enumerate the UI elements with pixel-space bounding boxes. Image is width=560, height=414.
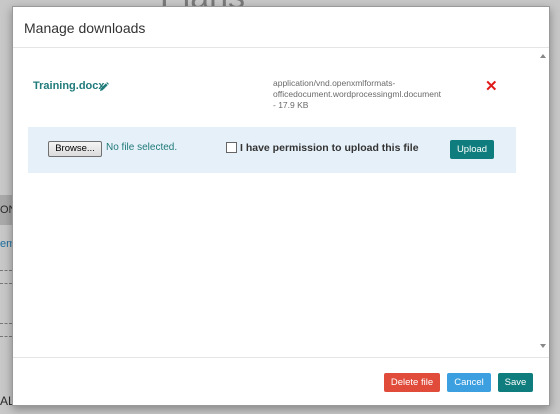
background-divider [0,336,12,337]
dialog-body: Training.docx application/vnd.openxmlfor… [13,48,549,357]
dialog-scrollbar[interactable] [539,52,547,350]
background-divider [0,270,12,271]
permission-checkbox[interactable] [226,142,237,153]
file-size: - 17.9 KB [273,100,309,110]
dialog-footer: Delete file Cancel Save [13,357,549,406]
upload-row: Browse... No file selected. I have permi… [28,127,516,173]
file-mime-line: officedocument.wordprocessingml.document [273,89,442,99]
scroll-down-arrow-icon[interactable] [540,344,546,348]
delete-file-button[interactable]: Delete file [384,373,440,392]
manage-downloads-dialog: Manage downloads Training.docx applicati… [12,6,550,406]
cancel-button[interactable]: Cancel [447,373,491,392]
file-name-link[interactable]: Training.docx [33,80,105,92]
scroll-up-arrow-icon[interactable] [540,54,546,58]
file-metadata: application/vnd.openxmlformats- officedo… [273,78,443,111]
upload-button[interactable]: Upload [450,140,494,159]
delete-x-icon[interactable]: ✕ [485,79,498,94]
no-file-selected-text: No file selected. [106,142,178,153]
dialog-header: Manage downloads [13,7,549,48]
dialog-title: Manage downloads [24,20,146,36]
browse-button[interactable]: Browse... [48,141,102,157]
pencil-icon[interactable] [99,79,109,91]
file-row: Training.docx application/vnd.openxmlfor… [13,48,533,128]
file-mime-line: application/vnd.openxmlformats- [273,78,396,88]
background-divider [0,283,12,284]
background-divider [0,323,12,324]
save-button[interactable]: Save [498,373,533,392]
permission-label[interactable]: I have permission to upload this file [240,142,419,154]
